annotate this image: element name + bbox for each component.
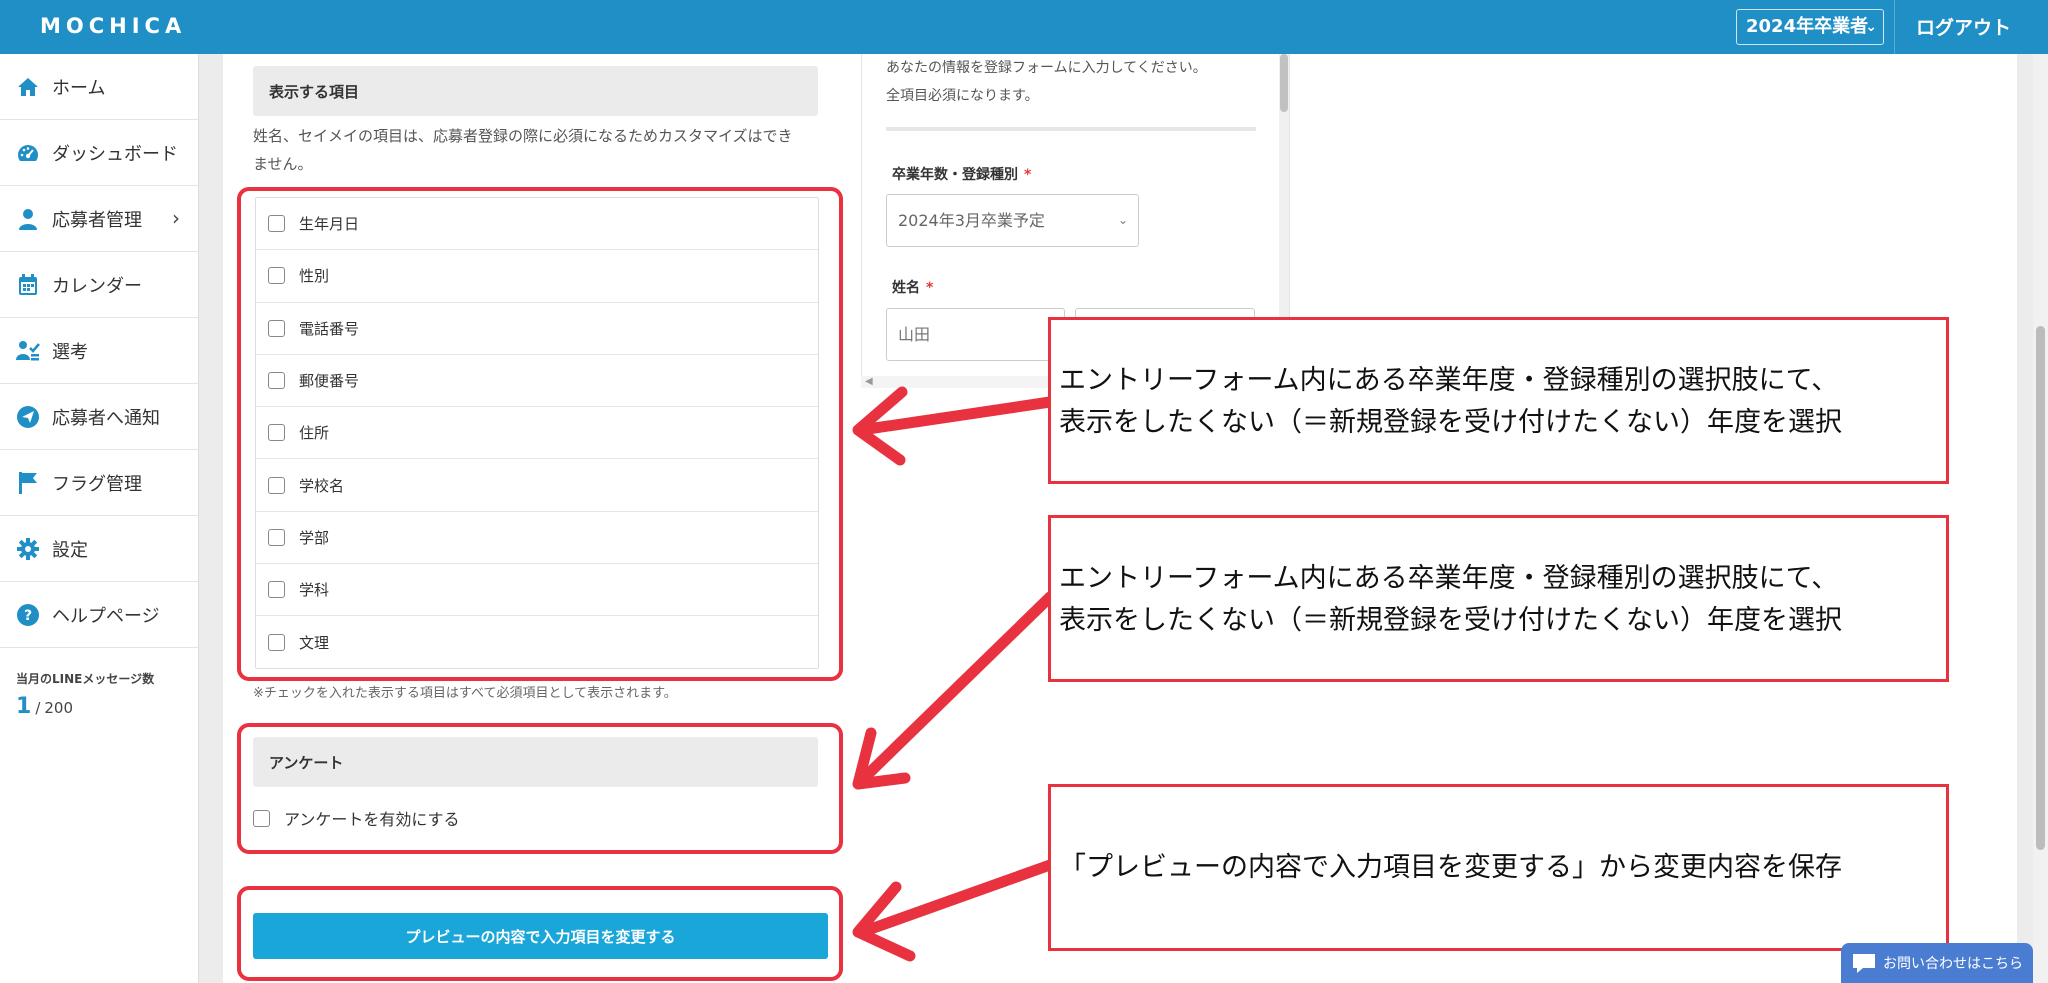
annotation-callout-line: 表示をしたくない（＝新規登録を受け付けたくない）年度を選択 [1059, 605, 1842, 636]
sidebar-item-notify[interactable]: 応募者へ通知 [0, 384, 198, 450]
display-items-header: 表示する項目 [253, 66, 818, 116]
sidebar-item-dashboard[interactable]: ダッシュボード [0, 120, 198, 186]
flag-icon [16, 471, 40, 495]
preview-intro-line: あなたの情報を登録フォームに入力してください。 [886, 60, 1207, 76]
annotation-callout-1: エントリーフォーム内にある卒業年度・登録種別の選択肢にて、 表示をしたくない（＝… [1048, 317, 1949, 484]
display-items-note-line: 姓名、セイメイの項目は、応募者登録の際に必須になるためカスタマイズはでき [253, 127, 793, 145]
name-label: 姓名 * [892, 277, 933, 297]
sidebar-item-label: ホーム [52, 77, 106, 99]
annotation-callout-2: エントリーフォーム内にある卒業年度・登録種別の選択肢にて、 表示をしたくない（＝… [1048, 515, 1949, 682]
contact-button[interactable]: お問い合わせはこちら [1841, 943, 2033, 983]
sidebar-item-help[interactable]: ? ヘルプページ [0, 582, 198, 648]
line-message-count-label: 当月のLINEメッセージ数 [16, 672, 155, 686]
annotation-callout-3: 「プレビューの内容で入力項目を変更する」から変更内容を保存 [1048, 784, 1949, 951]
scroll-left-icon[interactable]: ◀ [865, 376, 873, 387]
gear-icon [16, 537, 40, 561]
sidebar-item-applicants[interactable]: 応募者管理 › [0, 186, 198, 252]
line-message-count-max: 200 [44, 699, 74, 717]
annotation-callout-line: エントリーフォーム内にある卒業年度・登録種別の選択肢にて、 [1059, 365, 1839, 396]
graduation-type-label: 卒業年数・登録種別 * [892, 164, 1031, 184]
graduation-type-label-text: 卒業年数・登録種別 [892, 167, 1018, 183]
calendar-icon [16, 273, 40, 297]
sidebar-item-calendar[interactable]: カレンダー [0, 252, 198, 318]
graduation-year-value: 2024年卒業者 [1746, 16, 1869, 37]
display-items-note-line: ません。 [253, 155, 313, 173]
preview-divider [886, 127, 1256, 131]
highlight-checklist [237, 187, 843, 681]
annotation-callout-line: エントリーフォーム内にある卒業年度・登録種別の選択肢にて、 [1059, 563, 1839, 594]
preview-intro: あなたの情報を登録フォームに入力してください。 全項目必須になります。 [886, 54, 1207, 110]
highlight-save-button [237, 886, 843, 981]
send-icon [16, 405, 40, 429]
logout-button[interactable]: ログアウト [1916, 13, 2011, 40]
svg-text:?: ? [24, 608, 32, 624]
sidebar-item-label: フラグ管理 [52, 473, 142, 495]
graduation-type-select[interactable]: 2024年3月卒業予定 ⌄ [886, 194, 1139, 247]
chevron-down-icon: ⌄ [1117, 213, 1128, 227]
sidebar-item-label: 選考 [52, 341, 88, 363]
preview-scrollbar-thumb[interactable] [1280, 54, 1288, 112]
annotation-callout-line: 表示をしたくない（＝新規登録を受け付けたくない）年度を選択 [1059, 407, 1842, 438]
graduation-year-select[interactable]: 2024年卒業者 ⌄ [1736, 9, 1884, 45]
page-scrollbar-thumb[interactable] [2036, 326, 2045, 850]
sidebar-item-label: 設定 [52, 539, 88, 561]
help-icon: ? [16, 603, 40, 627]
sidebar-item-label: カレンダー [52, 275, 142, 297]
sidebar-item-label: 応募者管理 [52, 209, 142, 231]
required-mark: * [1024, 167, 1032, 183]
selection-icon [16, 339, 40, 363]
sidebar-item-label: ダッシュボード [52, 143, 178, 165]
fields-required-note: ※チェックを入れた表示する項目はすべて必須項目として表示されます。 [253, 686, 677, 701]
chevron-right-icon: › [172, 206, 180, 230]
sidebar-item-home[interactable]: ホーム [0, 54, 198, 120]
sidebar-item-selection[interactable]: 選考 [0, 318, 198, 384]
graduation-type-value: 2024年3月卒業予定 [898, 211, 1045, 230]
contact-label: お問い合わせはこちら [1883, 956, 2023, 972]
topbar-divider [1894, 0, 1895, 54]
app-logo[interactable]: MOCHICA [40, 14, 186, 38]
last-name-input[interactable]: 山田 [886, 308, 1065, 361]
home-icon [16, 75, 40, 99]
line-message-count: 1/200 [16, 694, 73, 719]
top-bar: MOCHICA 2024年卒業者 ⌄ ログアウト [0, 0, 2048, 54]
sidebar: ホーム ダッシュボード 応募者管理 › カレンダー 選考 応募者へ通知 フラグ管… [0, 54, 199, 983]
sidebar-item-label: 応募者へ通知 [52, 407, 160, 429]
sidebar-item-flags[interactable]: フラグ管理 [0, 450, 198, 516]
user-icon [16, 207, 40, 231]
display-items-note: 姓名、セイメイの項目は、応募者登録の際に必須になるためカスタマイズはでき ません… [253, 122, 793, 178]
dashboard-icon [16, 141, 40, 165]
line-message-count-separator: / [35, 699, 41, 717]
sidebar-item-label: ヘルプページ [52, 605, 160, 627]
chevron-down-icon: ⌄ [1865, 19, 1877, 35]
preview-intro-line: 全項目必須になります。 [886, 88, 1039, 104]
annotation-callout-line: 「プレビューの内容で入力項目を変更する」から変更内容を保存 [1059, 852, 1842, 883]
name-label-text: 姓名 [892, 280, 920, 296]
sidebar-item-settings[interactable]: 設定 [0, 516, 198, 582]
highlight-survey [237, 723, 843, 854]
line-message-count-value: 1 [16, 694, 32, 719]
required-mark: * [926, 280, 934, 296]
chat-bubble-icon [1853, 954, 1875, 973]
